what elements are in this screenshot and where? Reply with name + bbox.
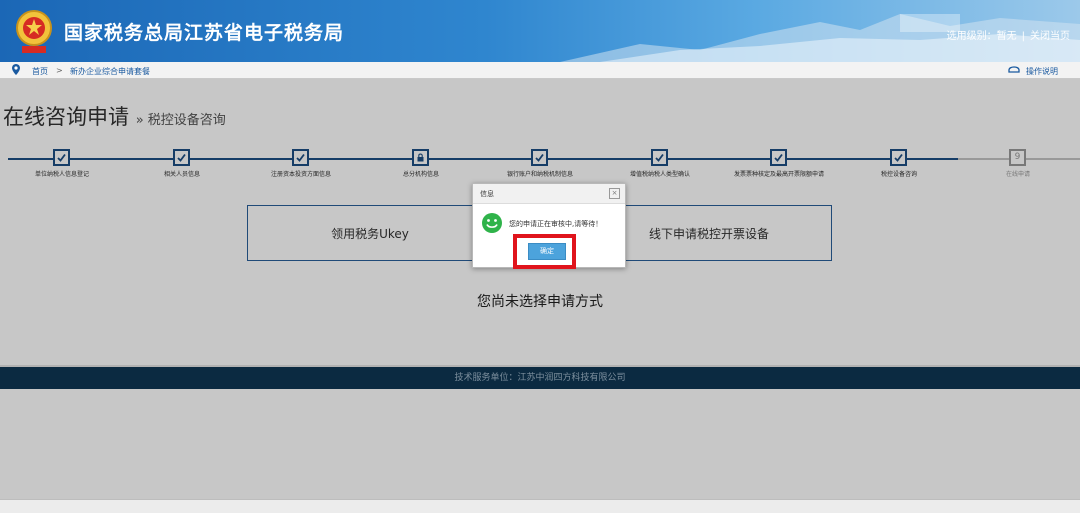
emblem-icon [16,10,52,53]
breadcrumb-arrow: > [56,66,63,75]
location-pin-icon [12,64,20,75]
breadcrumb: 首页 > 新办企业综合申请套餐 操作说明 [0,62,1080,79]
operation-help-link[interactable]: 操作说明 [1026,66,1058,77]
breadcrumb-home-link[interactable]: 首页 [32,66,48,77]
smile-icon [482,213,502,233]
dialog-title: 信息 [480,190,494,198]
close-icon[interactable]: × [609,188,620,199]
info-dialog: 信息 × 您的申请正在审核中,请等待！ 确定 [472,183,626,269]
user-level-link[interactable]: 选用级别：暂无 [947,31,1017,42]
modal-overlay [0,79,1080,499]
dialog-header: 信息 × [473,184,625,204]
ok-button[interactable]: 确定 [528,243,566,260]
link-separator: | [1021,31,1025,42]
help-icon[interactable] [1008,64,1020,74]
header-links: 选用级别：暂无 | 关闭当页 [947,27,1070,42]
site-header: 国家税务总局江苏省电子税务局 选用级别：暂无 | 关闭当页 [0,0,1080,62]
site-title: 国家税务总局江苏省电子税务局 [64,22,345,44]
dialog-message: 您的申请正在审核中,请等待！ [509,220,603,228]
browser-status-bar [0,499,1080,513]
close-page-link[interactable]: 关闭当页 [1030,31,1070,42]
browser-window: 国家税务总局江苏省电子税务局 选用级别：暂无 | 关闭当页 首页 > 新办企业综合申… [0,0,1080,513]
breadcrumb-current[interactable]: 新办企业综合申请套餐 [70,66,150,77]
